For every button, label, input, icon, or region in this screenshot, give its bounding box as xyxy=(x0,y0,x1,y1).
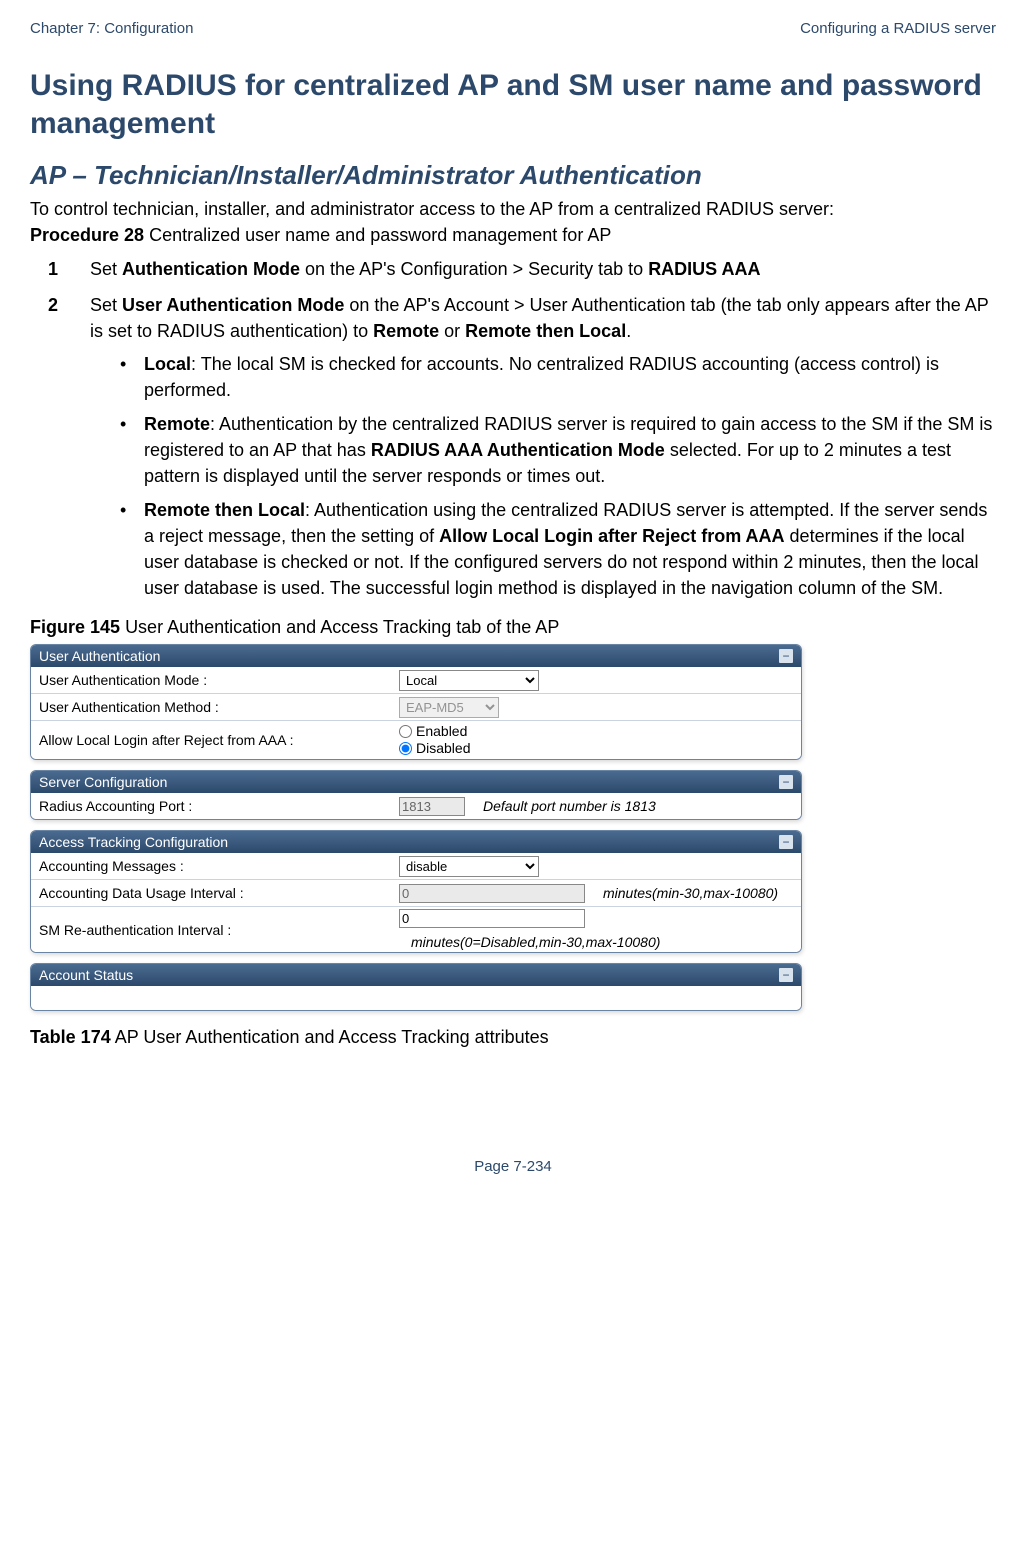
panel-user-authentication: User Authentication − User Authenticatio… xyxy=(30,644,802,760)
step-1: 1 Set Authentication Mode on the AP's Co… xyxy=(90,256,996,282)
table-caption-line: Table 174 AP User Authentication and Acc… xyxy=(30,1027,996,1048)
panel-title: User Authentication xyxy=(39,648,160,664)
panel-title: Access Tracking Configuration xyxy=(39,834,228,850)
panel-account-status: Account Status − xyxy=(30,963,802,1011)
panel-title: Server Configuration xyxy=(39,774,167,790)
row-label: Accounting Data Usage Interval : xyxy=(39,885,399,901)
row-label: User Authentication Method : xyxy=(39,699,399,715)
figure-caption: User Authentication and Access Tracking … xyxy=(125,617,559,637)
step-2: 2 Set User Authentication Mode on the AP… xyxy=(90,292,996,601)
row-label: Allow Local Login after Reject from AAA … xyxy=(39,732,399,748)
collapse-icon[interactable]: − xyxy=(779,835,793,849)
procedure-line: Procedure 28 Centralized user name and p… xyxy=(30,225,996,246)
panel-access-tracking: Access Tracking Configuration − Accounti… xyxy=(30,830,802,953)
collapse-icon[interactable]: − xyxy=(779,649,793,663)
accounting-messages-select[interactable]: disable xyxy=(399,856,539,877)
section-subtitle: AP – Technician/Installer/Administrator … xyxy=(30,160,996,191)
intro-text: To control technician, installer, and ad… xyxy=(30,197,996,221)
reauth-hint: minutes(0=Disabled,min-30,max-10080) xyxy=(411,934,660,950)
step-number: 2 xyxy=(48,292,58,318)
radio-enabled-input[interactable] xyxy=(399,725,412,738)
page-footer: Page 7-234 xyxy=(30,1158,996,1175)
port-hint: Default port number is 1813 xyxy=(483,798,656,814)
radio-disabled-input[interactable] xyxy=(399,742,412,755)
user-auth-method-select: EAP-MD5 xyxy=(399,697,499,718)
user-auth-mode-select[interactable]: Local xyxy=(399,670,539,691)
table-caption: AP User Authentication and Access Tracki… xyxy=(115,1027,549,1047)
row-label: Accounting Messages : xyxy=(39,858,399,874)
radio-enabled[interactable]: Enabled xyxy=(399,723,470,740)
header-left: Chapter 7: Configuration xyxy=(30,20,193,37)
collapse-icon[interactable]: − xyxy=(779,968,793,982)
accounting-interval-input xyxy=(399,884,585,903)
row-label: SM Re-authentication Interval : xyxy=(39,922,399,938)
radius-port-input xyxy=(399,797,465,816)
reauth-interval-input[interactable] xyxy=(399,909,585,928)
bullet-remote: Remote: Authentication by the centralize… xyxy=(120,411,996,489)
bullet-local: Local: The local SM is checked for accou… xyxy=(120,351,996,403)
row-label: User Authentication Mode : xyxy=(39,672,399,688)
step-number: 1 xyxy=(48,256,58,282)
bullet-remote-then-local: Remote then Local: Authentication using … xyxy=(120,497,996,601)
interval-hint: minutes(min-30,max-10080) xyxy=(603,885,778,901)
table-label: Table 174 xyxy=(30,1027,111,1047)
figure-caption-line: Figure 145 User Authentication and Acces… xyxy=(30,617,996,638)
panel-title: Account Status xyxy=(39,967,133,983)
header-right: Configuring a RADIUS server xyxy=(800,20,996,37)
row-label: Radius Accounting Port : xyxy=(39,798,399,814)
figure-label: Figure 145 xyxy=(30,617,120,637)
collapse-icon[interactable]: − xyxy=(779,775,793,789)
radio-disabled[interactable]: Disabled xyxy=(399,740,470,757)
page-title: Using RADIUS for centralized AP and SM u… xyxy=(30,67,996,142)
panel-server-configuration: Server Configuration − Radius Accounting… xyxy=(30,770,802,820)
procedure-label: Procedure 28 xyxy=(30,225,144,245)
procedure-text: Centralized user name and password manag… xyxy=(149,225,611,245)
